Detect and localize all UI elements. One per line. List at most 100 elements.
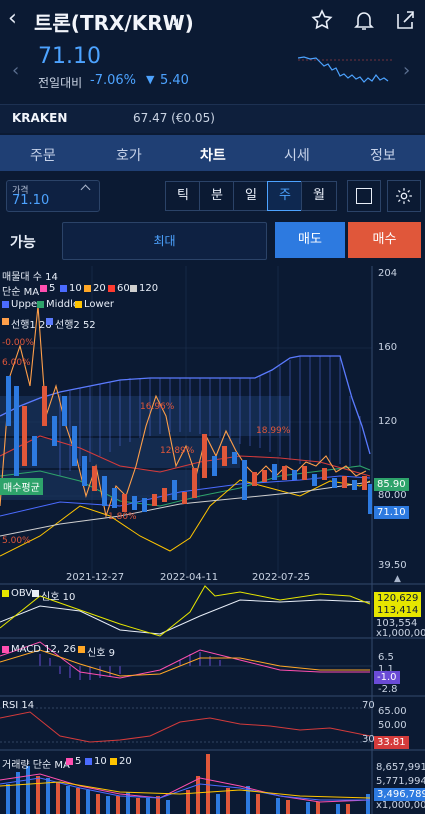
rsi-value-2: 50.00 [378,720,407,731]
macd-value-4: -2.8 [378,684,398,695]
avg-price-tag: 매수평균 [0,478,43,495]
share-icon[interactable] [393,8,417,32]
page-title[interactable]: 트론(TRX/KRW) [34,7,194,36]
period-day[interactable]: 일 [233,181,269,211]
period-week[interactable]: 주 [267,181,303,211]
lower-label: Lower [84,299,114,310]
ma-legend-label: 단순 MA [2,287,40,298]
vol-value-1: 8,657,991 [376,762,425,773]
tab-market[interactable]: 시세 [284,145,310,165]
ma120-label: 120 [139,283,159,294]
y-tick-39: 39.50 [378,560,407,571]
y-tick-120: 120 [378,416,398,427]
vol-ma20-swatch [110,758,117,765]
ma5-swatch [40,285,47,292]
available-label: 가능 [10,235,36,251]
rsi-label: RSI 14 [2,700,35,711]
chevron-left-icon[interactable]: ‹ [8,6,17,31]
tab-info[interactable]: 정보 [370,145,396,165]
rsi-value-3: 33.81 [374,736,409,749]
chart-canvas[interactable] [0,266,425,814]
pct-label-3: 16.96% [140,402,175,412]
obv-signal-swatch [32,590,39,597]
down-arrow-icon: ▼ [146,73,155,86]
vol-ma20-label: 20 [119,756,132,767]
macd-label: MACD 12, 26 [11,644,76,655]
period-tick[interactable]: 틱 [165,181,201,211]
obv-signal-label: 신호 10 [41,592,76,603]
price-value: 71.10 [12,193,50,208]
ma5-label: 5 [49,283,56,294]
gear-icon [396,188,412,204]
obv-unit: x1,000,000 [376,628,425,639]
obv-value-2: 113,414 [374,604,422,617]
scroll-right-icon[interactable]: ▲ [394,574,401,584]
vol-unit: x1,000,000 [376,800,425,811]
settings-button[interactable] [387,180,421,212]
vol-ma5-label: 5 [75,756,82,767]
macd-value-3: -1.0 [374,671,400,684]
obv-label: OBV [11,588,33,599]
middle-swatch [37,301,44,308]
ma20-label: 20 [93,283,106,294]
macd-value-1: 6.5 [378,652,394,663]
next-arrow-icon[interactable]: › [403,60,410,81]
pct-label-4: 1.80% [108,512,137,522]
ma10-label: 10 [69,283,82,294]
vol-ma10-swatch [85,758,92,765]
caret-down-icon[interactable] [173,18,178,25]
macd-signal-swatch [78,646,85,653]
y-tick-160: 160 [378,342,398,353]
max-label: 최대 [153,234,176,248]
rsi-level-30: 30 [362,734,375,745]
upper-swatch [2,301,9,308]
change-percent: -7.06% [90,73,136,88]
vol-ma10-label: 10 [94,756,107,767]
mini-sparkline [298,56,392,83]
exchange-price: 67.47 (€0.05) [133,111,215,125]
pct-label-6: 6.00% [2,358,31,368]
bell-icon[interactable] [352,8,376,32]
x-tick-3: 2022-07-25 [252,572,311,583]
period-month[interactable]: 월 [301,181,337,211]
sell-label: 매도 [298,232,322,247]
tab-chart[interactable]: 차트 [200,145,226,165]
ma60-label: 60 [117,283,130,294]
x-tick-2: 2022-04-11 [160,572,219,583]
pct-label-5: -0.00% [2,338,34,348]
pct-label-2: 18.99% [256,426,291,436]
pct-label-7: 5.00% [2,536,31,546]
y-tick-204: 204 [378,268,398,279]
sell-button[interactable]: 매도 [275,222,345,258]
ma10-swatch [60,285,67,292]
tab-orderbook[interactable]: 호가 [116,145,142,165]
ma60-swatch [108,285,115,292]
volume-label: 거래량 단순 MA [2,760,70,771]
span2-swatch [46,318,53,325]
layout-button[interactable] [347,180,381,212]
span2-label: 선행2 52 [55,320,96,331]
change-amount: 5.40 [160,73,189,88]
tab-order[interactable]: 주문 [30,145,56,165]
ma20-swatch [84,285,91,292]
period-minute[interactable]: 분 [199,181,235,211]
price-tag-85: 85.90 [374,478,409,491]
macd-signal-label: 신호 9 [87,648,115,659]
x-tick-1: 2021-12-27 [66,572,125,583]
change-label: 전일대비 [38,76,83,90]
buy-button[interactable]: 매수 [348,222,421,258]
price-tag-71: 71.10 [374,506,409,519]
buy-label: 매수 [372,232,397,247]
volume-profile-legend: 매물대 수 14 [2,272,58,283]
current-price: 71.10 [38,44,101,69]
pct-label-1: 12.89% [160,446,195,456]
square-icon [356,188,372,204]
lower-swatch [75,301,82,308]
max-quantity-box[interactable]: 최대 [62,222,267,260]
rsi-level-70: 70 [362,700,375,711]
prev-arrow-icon[interactable]: ‹ [12,60,19,81]
obv-swatch [2,590,9,597]
star-icon[interactable] [310,8,334,32]
ma120-swatch [130,285,137,292]
vol-value-2: 5,771,994 [376,776,425,787]
